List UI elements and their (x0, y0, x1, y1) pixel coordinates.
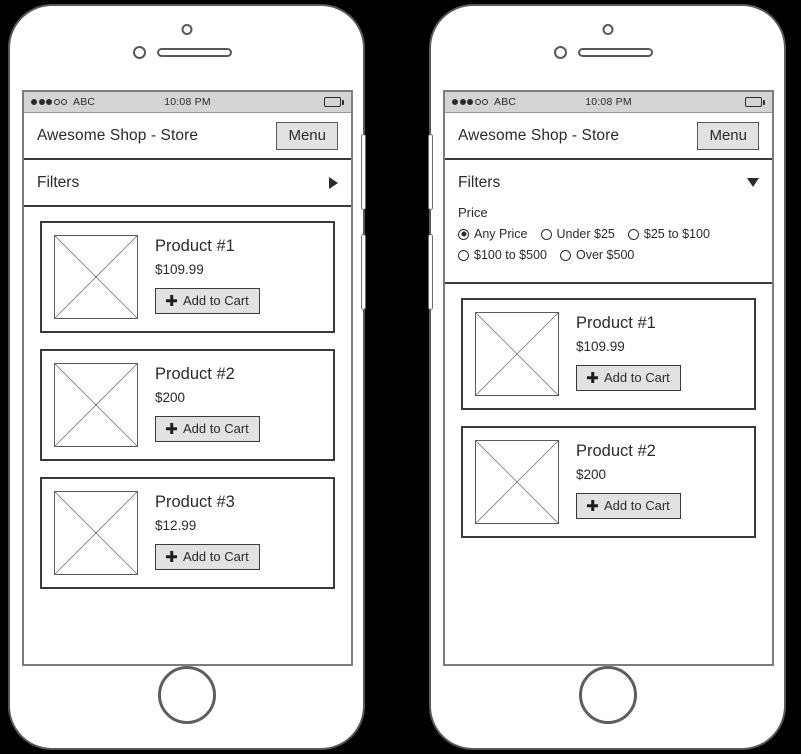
page-title: Awesome Shop - Store (458, 126, 620, 144)
signal-strength-icon (31, 99, 67, 105)
plus-icon (166, 423, 177, 434)
product-card[interactable]: Product #2 $200 Add to Cart (461, 426, 756, 538)
price-radio-row-2: $100 to $500 Over $500 (458, 248, 759, 262)
clock-label: 10:08 PM (585, 96, 632, 108)
earpiece-speaker-icon (156, 48, 232, 57)
product-list-right: Product #1 $109.99 Add to Cart Product #… (445, 284, 772, 664)
triangle-down-icon[interactable] (747, 178, 759, 187)
radio-label: Over $500 (576, 248, 635, 262)
radio-mark-icon (458, 249, 469, 261)
product-name: Product #2 (155, 365, 235, 383)
add-to-cart-label: Add to Cart (604, 498, 670, 513)
plus-icon (587, 500, 598, 511)
screen-left: ABC 10:08 PM Awesome Shop - Store Menu F… (22, 90, 353, 666)
screen-right: ABC 10:08 PM Awesome Shop - Store Menu F… (443, 90, 774, 666)
clock-label: 10:08 PM (164, 96, 211, 108)
front-camera-icon (181, 24, 192, 35)
plus-icon (166, 551, 177, 562)
radio-label: $100 to $500 (474, 248, 547, 262)
radio-mark-icon (458, 228, 469, 240)
status-bar: ABC 10:08 PM (445, 92, 772, 113)
product-image-placeholder (54, 235, 138, 319)
add-to-cart-button[interactable]: Add to Cart (155, 544, 260, 570)
add-to-cart-button[interactable]: Add to Cart (155, 288, 260, 314)
status-bar: ABC 10:08 PM (24, 92, 351, 113)
product-name: Product #1 (576, 314, 656, 332)
product-card[interactable]: Product #1 $109.99 Add to Cart (40, 221, 335, 333)
product-price: $109.99 (576, 339, 625, 354)
radio-any-price[interactable]: Any Price (458, 227, 528, 241)
add-to-cart-button[interactable]: Add to Cart (576, 365, 681, 391)
add-to-cart-label: Add to Cart (183, 421, 249, 436)
front-camera-icon (602, 24, 613, 35)
product-card[interactable]: Product #1 $109.99 Add to Cart (461, 298, 756, 410)
product-image-placeholder (54, 363, 138, 447)
plus-icon (587, 372, 598, 383)
menu-button[interactable]: Menu (276, 121, 338, 150)
filters-toggle[interactable]: Filters (445, 160, 772, 205)
proximity-sensor-icon (554, 46, 567, 59)
phone-device-left: ABC 10:08 PM Awesome Shop - Store Menu F… (8, 4, 366, 750)
earpiece-speaker-icon (577, 48, 653, 57)
menu-button[interactable]: Menu (697, 121, 759, 150)
page-title: Awesome Shop - Store (37, 126, 199, 144)
filters-section-collapsed: Filters (24, 160, 351, 207)
radio-mark-icon (560, 249, 571, 261)
radio-over-500[interactable]: Over $500 (560, 248, 634, 262)
filters-label: Filters (37, 173, 80, 191)
phone-device-right: ABC 10:08 PM Awesome Shop - Store Menu F… (428, 4, 786, 750)
add-to-cart-button[interactable]: Add to Cart (155, 416, 260, 442)
product-card[interactable]: Product #3 $12.99 Add to Cart (40, 477, 335, 589)
price-filter-group: Price Any Price Under $25 $25 to $100 $1… (445, 205, 772, 282)
add-to-cart-button[interactable]: Add to Cart (576, 493, 681, 519)
battery-icon (745, 97, 765, 107)
filters-section-expanded: Filters Price Any Price Under $25 $25 to… (445, 160, 772, 284)
battery-icon (324, 97, 344, 107)
product-name: Product #3 (155, 493, 235, 511)
app-header: Awesome Shop - Store Menu (445, 113, 772, 160)
carrier-label: ABC (73, 96, 96, 108)
proximity-sensor-icon (133, 46, 146, 59)
product-image-placeholder (54, 491, 138, 575)
product-price: $12.99 (155, 518, 197, 533)
app-header: Awesome Shop - Store Menu (24, 113, 351, 160)
product-price: $109.99 (155, 262, 204, 277)
volume-up-button[interactable] (428, 134, 433, 210)
signal-strength-icon (452, 99, 488, 105)
radio-mark-icon (627, 228, 639, 240)
product-list-left: Product #1 $109.99 Add to Cart Product #… (24, 207, 351, 664)
radio-100-to-500[interactable]: $100 to $500 (458, 248, 547, 262)
radio-label: Under $25 (556, 227, 615, 241)
triangle-right-icon[interactable] (329, 176, 338, 189)
product-name: Product #1 (155, 237, 235, 255)
product-card[interactable]: Product #2 $200 Add to Cart (40, 349, 335, 461)
price-radio-row-1: Any Price Under $25 $25 to $100 (458, 227, 759, 241)
product-price: $200 (576, 467, 607, 482)
radio-under-25[interactable]: Under $25 (540, 227, 615, 241)
carrier-label: ABC (494, 96, 517, 108)
radio-mark-icon (540, 228, 552, 240)
product-image-placeholder (475, 312, 559, 396)
product-image-placeholder (475, 440, 559, 524)
plus-icon (166, 295, 177, 306)
product-name: Product #2 (576, 442, 656, 460)
radio-label: $25 to $100 (643, 227, 710, 241)
add-to-cart-label: Add to Cart (604, 370, 670, 385)
price-filter-label: Price (458, 205, 488, 220)
filters-toggle[interactable]: Filters (24, 160, 351, 205)
volume-up-button[interactable] (361, 134, 366, 210)
home-button[interactable] (578, 666, 637, 724)
add-to-cart-label: Add to Cart (183, 549, 249, 564)
radio-label: Any Price (474, 227, 528, 241)
filters-label: Filters (458, 173, 501, 191)
add-to-cart-label: Add to Cart (183, 293, 249, 308)
volume-down-button[interactable] (428, 234, 433, 310)
home-button[interactable] (157, 666, 216, 724)
product-price: $200 (155, 390, 186, 405)
volume-down-button[interactable] (361, 234, 366, 310)
radio-25-to-100[interactable]: $25 to $100 (627, 227, 710, 241)
